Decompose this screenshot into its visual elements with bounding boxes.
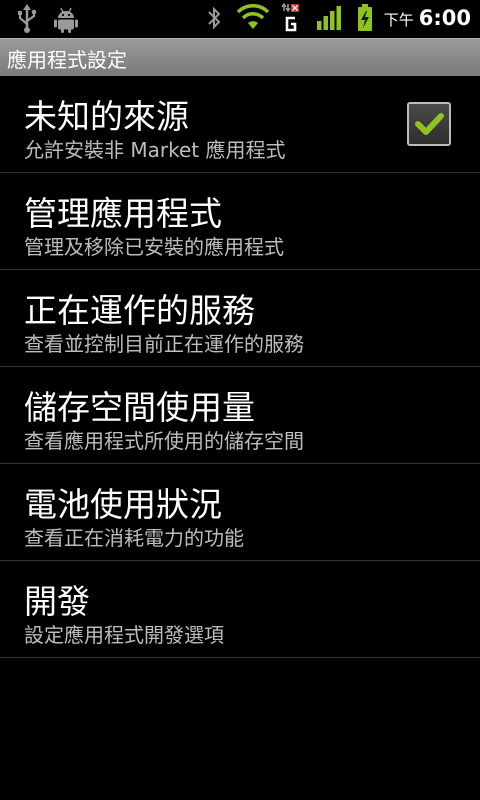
signal-icon [317,6,341,30]
wifi-icon [236,4,270,29]
title-bar: 應用程式設定 [0,38,480,76]
gprs-g-icon [281,2,299,32]
status-bar: 下午 6:00 [0,0,480,38]
setting-battery-use[interactable]: 電池使用狀況 查看正在消耗電力的功能 [0,464,480,561]
setting-summary: 設定應用程式開發選項 [24,623,224,647]
setting-title: 未知的來源 [24,97,189,136]
setting-summary: 管理及移除已安裝的應用程式 [24,235,284,259]
clock-time: 6:00 [418,6,471,30]
setting-summary: 查看並控制目前正在運作的服務 [24,332,304,356]
bluetooth-icon [208,6,221,30]
setting-title: 儲存空間使用量 [24,388,255,427]
setting-manage-applications[interactable]: 管理應用程式 管理及移除已安裝的應用程式 [0,173,480,270]
setting-title: 開發 [24,582,90,621]
android-debug-icon [54,7,78,33]
settings-list: 未知的來源 允許安裝非 Market 應用程式 管理應用程式 管理及移除已安裝的… [0,76,480,658]
page-title: 應用程式設定 [7,48,127,72]
setting-title: 正在運作的服務 [24,291,255,330]
unknown-sources-checkbox[interactable] [407,102,451,146]
setting-development[interactable]: 開發 設定應用程式開發選項 [0,561,480,658]
setting-running-services[interactable]: 正在運作的服務 查看並控制目前正在運作的服務 [0,270,480,367]
setting-summary: 查看應用程式所使用的儲存空間 [24,429,304,453]
setting-storage-use[interactable]: 儲存空間使用量 查看應用程式所使用的儲存空間 [0,367,480,464]
clock-ampm: 下午 [383,11,414,29]
checkmark-icon [415,113,444,135]
clock: 下午 6:00 [384,6,471,34]
setting-summary: 允許安裝非 Market 應用程式 [24,138,286,162]
setting-unknown-sources[interactable]: 未知的來源 允許安裝非 Market 應用程式 [0,76,480,173]
setting-title: 電池使用狀況 [24,485,222,524]
setting-summary: 查看正在消耗電力的功能 [24,526,244,550]
usb-icon [18,4,37,33]
battery-charging-icon [358,4,372,31]
setting-title: 管理應用程式 [24,194,222,233]
